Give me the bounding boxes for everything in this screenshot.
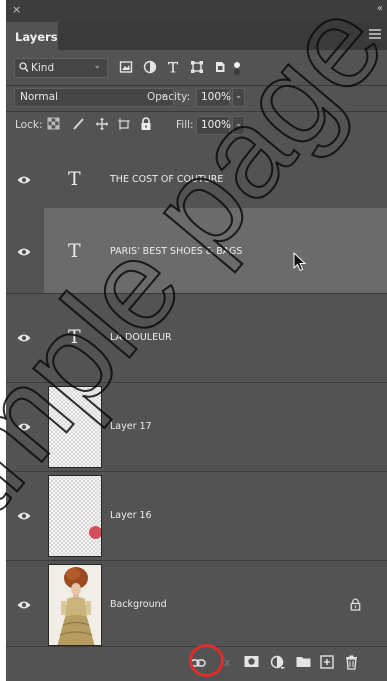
opacity-slider-button[interactable]: ⌄	[232, 88, 245, 107]
divider	[6, 111, 387, 112]
layers-list: T THE COST OF COUTURE T PARIS' BEST SHOE…	[6, 136, 387, 650]
lock-position-icon[interactable]	[95, 117, 110, 132]
layer-name[interactable]: Background	[110, 599, 167, 610]
fill-slider-button[interactable]: ⌄	[232, 116, 245, 135]
type-filter-icon[interactable]	[166, 60, 182, 76]
lock-transparent-icon[interactable]	[47, 117, 62, 132]
tab-layers[interactable]: Layers	[6, 22, 58, 50]
toggle-on-dot	[234, 62, 240, 68]
portrait-image	[49, 565, 101, 645]
highlight-circle-annotation	[189, 644, 224, 677]
visibility-toggle[interactable]	[6, 561, 44, 650]
adjustment-filter-icon[interactable]	[143, 60, 159, 76]
opacity-input[interactable]: 100%	[196, 88, 231, 107]
layer-name[interactable]: LA DOULEUR	[110, 332, 172, 343]
layer-lock-icon	[350, 598, 361, 614]
lock-all-icon[interactable]	[140, 117, 155, 132]
close-panel-button[interactable]: ×	[12, 3, 21, 16]
lock-paint-icon[interactable]	[72, 117, 87, 132]
layers-panel: × « Layers Kind ⌄ Normal ⌄ Opacity: 100%…	[6, 0, 387, 681]
lock-row: Lock: Fill: 100% ⌄	[6, 113, 387, 137]
panel-tab-row: Layers	[6, 22, 387, 50]
layer-row[interactable]: Background	[6, 561, 387, 650]
smart-object-filter-icon[interactable]	[213, 60, 229, 76]
visibility-toggle[interactable]	[6, 383, 44, 472]
new-group-icon[interactable]	[296, 655, 312, 671]
chevron-down-icon: ⌄	[93, 61, 101, 71]
delete-layer-icon[interactable]	[345, 655, 361, 671]
filter-row: Kind ⌄	[6, 53, 387, 83]
lock-label: Lock:	[15, 119, 43, 131]
layer-row[interactable]: Layer 17	[6, 383, 387, 472]
layer-name[interactable]: Layer 16	[110, 510, 152, 521]
layer-name[interactable]: PARIS' BEST SHOES & BAGS	[110, 246, 242, 257]
kind-filter-select[interactable]: Kind ⌄	[14, 58, 108, 78]
layer-thumbnail	[48, 475, 102, 557]
eye-icon	[17, 334, 31, 342]
layer-row[interactable]: T LA DOULEUR	[6, 294, 387, 383]
eye-icon	[17, 248, 31, 256]
type-layer-icon: T	[68, 326, 81, 348]
collapse-panel-button[interactable]: «	[377, 3, 383, 14]
layer-body[interactable]	[44, 294, 387, 383]
panel-titlebar: × «	[6, 0, 387, 22]
layer-name[interactable]: THE COST OF COUTURE	[110, 174, 223, 185]
filter-toggle-switch[interactable]	[234, 62, 240, 76]
search-icon	[19, 62, 29, 72]
visibility-toggle[interactable]	[6, 472, 44, 561]
pixel-filter-icon[interactable]	[119, 60, 135, 76]
type-layer-icon: T	[68, 168, 81, 190]
adjustment-layer-icon[interactable]	[270, 655, 286, 671]
eye-icon	[17, 423, 31, 431]
layer-thumbnail	[48, 386, 102, 468]
fill-label: Fill:	[176, 119, 194, 131]
visibility-toggle[interactable]	[6, 208, 44, 294]
background-thumbnail	[48, 564, 102, 646]
kind-filter-label: Kind	[31, 62, 55, 74]
fill-input[interactable]: 100%	[196, 116, 231, 135]
eye-icon	[17, 176, 31, 184]
blend-mode-value: Normal	[20, 91, 58, 103]
visibility-toggle[interactable]	[6, 294, 44, 383]
toggle-off-dot	[234, 69, 240, 75]
panel-menu-icon[interactable]	[369, 33, 381, 35]
layer-row[interactable]: T PARIS' BEST SHOES & BAGS	[6, 208, 387, 294]
eye-icon	[17, 512, 31, 520]
divider	[6, 85, 387, 86]
eye-icon	[17, 601, 31, 609]
opacity-label: Opacity:	[147, 91, 191, 103]
layer-name[interactable]: Layer 17	[110, 421, 152, 432]
shape-filter-icon[interactable]	[190, 60, 206, 76]
blend-row: Normal ⌄ Opacity: 100% ⌄	[6, 87, 387, 109]
red-dot-shape	[89, 526, 101, 539]
mouse-cursor-icon	[293, 251, 307, 272]
lock-artboard-icon[interactable]	[117, 117, 132, 132]
type-layer-icon: T	[68, 240, 81, 262]
new-layer-icon[interactable]	[320, 655, 336, 671]
layer-row[interactable]: Layer 16	[6, 472, 387, 561]
add-mask-icon[interactable]	[244, 655, 260, 671]
